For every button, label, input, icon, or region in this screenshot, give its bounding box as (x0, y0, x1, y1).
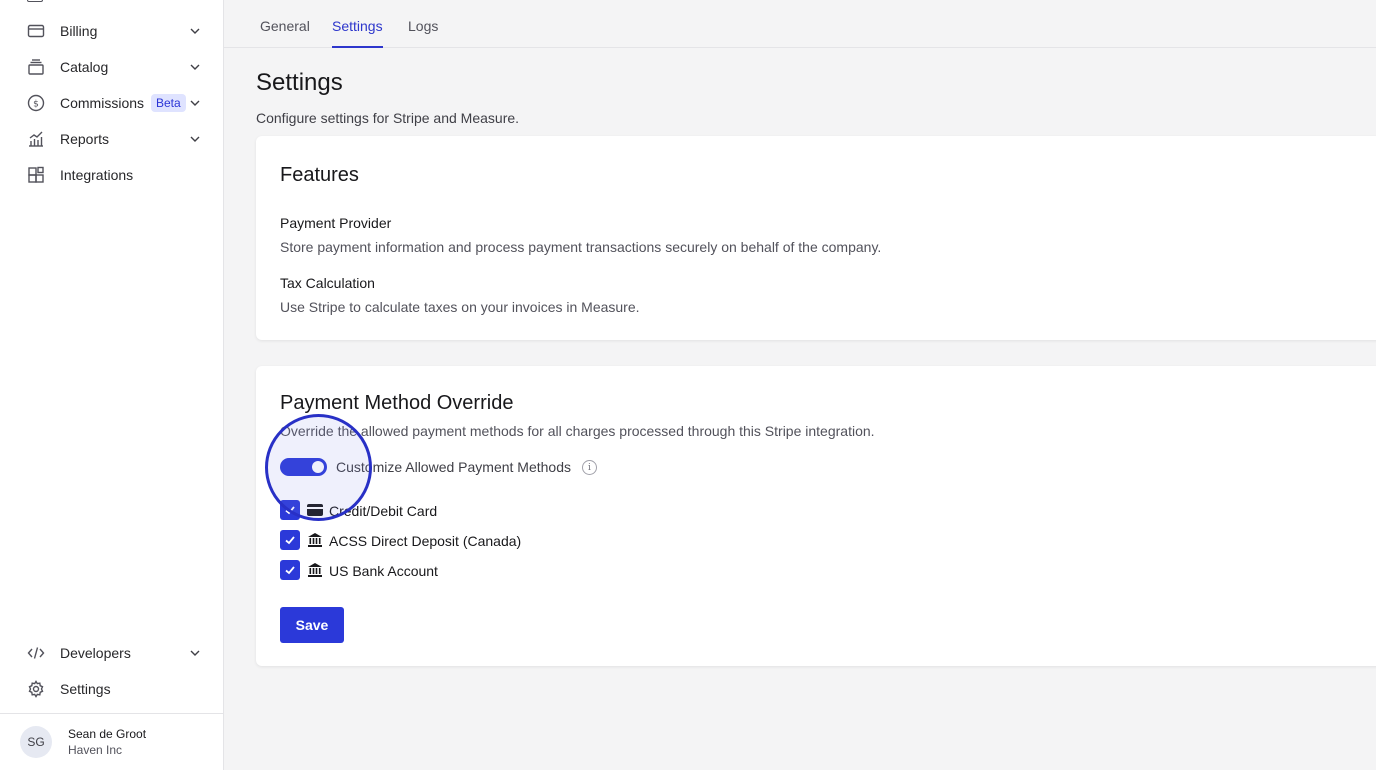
info-icon[interactable]: i (582, 460, 597, 475)
sidebar-item-commissions[interactable]: $ Commissions Beta (0, 85, 223, 121)
dollar-circle-icon: $ (27, 94, 45, 112)
sidebar-item-label: Developers (60, 645, 131, 661)
feature-title-tax-calculation: Tax Calculation (280, 275, 375, 291)
tab-general[interactable]: General (260, 18, 310, 48)
sidebar-item-label: Settings (60, 681, 111, 697)
checkbox-credit-debit-card[interactable] (280, 500, 300, 520)
tab-logs[interactable]: Logs (408, 18, 438, 48)
svg-text:$: $ (33, 100, 39, 110)
sidebar: Billing Catalog $ Commissions Beta Repor… (0, 0, 224, 770)
chart-icon (27, 130, 45, 148)
sidebar-item-partial (27, 0, 43, 2)
avatar[interactable]: SG (20, 726, 52, 758)
integrations-icon (27, 166, 45, 184)
toggle-knob (312, 461, 324, 473)
card-icon (306, 501, 324, 519)
tab-bar: General Settings Logs (224, 0, 1376, 48)
sidebar-item-catalog[interactable]: Catalog (0, 49, 223, 85)
method-label: ACSS Direct Deposit (Canada) (329, 533, 522, 549)
feature-description-payment-provider: Store payment information and process pa… (280, 239, 882, 255)
tab-settings[interactable]: Settings (332, 18, 383, 48)
override-title: Payment Method Override (280, 392, 514, 414)
code-icon (27, 644, 45, 662)
features-card: Features Payment Provider Store payment … (256, 136, 1376, 340)
method-label: Credit/Debit Card (329, 503, 438, 519)
sidebar-item-label: Integrations (60, 167, 134, 183)
catalog-icon (27, 58, 45, 76)
feature-description-tax-calculation: Use Stripe to calculate taxes on your in… (280, 299, 640, 315)
sidebar-item-label: Catalog (60, 59, 109, 75)
bank-icon (306, 561, 324, 579)
override-description: Override the allowed payment methods for… (280, 423, 875, 439)
gear-icon (27, 680, 45, 698)
user-name: Sean de Groot (68, 727, 147, 741)
checkbox-us-bank-account[interactable] (280, 560, 300, 580)
save-button[interactable]: Save (280, 607, 344, 643)
method-label: US Bank Account (329, 563, 438, 579)
sidebar-item-label: Reports (60, 131, 110, 147)
features-title: Features (280, 164, 359, 186)
chevron-down-icon[interactable] (189, 647, 201, 659)
chevron-down-icon[interactable] (189, 25, 201, 37)
chevron-down-icon[interactable] (189, 133, 201, 145)
sidebar-item-settings[interactable]: Settings (0, 671, 223, 707)
chevron-down-icon[interactable] (189, 97, 201, 109)
sidebar-item-billing[interactable]: Billing (0, 13, 223, 49)
chevron-down-icon[interactable] (189, 61, 201, 73)
feature-title-payment-provider: Payment Provider (280, 215, 392, 231)
payment-method-override-card: Payment Method Override Override the all… (256, 366, 1376, 666)
sidebar-item-label: Billing (60, 23, 98, 39)
sidebar-item-integrations[interactable]: Integrations (0, 157, 223, 193)
beta-badge: Beta (151, 94, 186, 112)
toggle-label: Customize Allowed Payment Methods (336, 459, 571, 475)
sidebar-divider (0, 713, 223, 714)
sidebar-item-reports[interactable]: Reports (0, 121, 223, 157)
sidebar-item-label: Commissions (60, 95, 145, 111)
bank-icon (306, 531, 324, 549)
sidebar-item-developers[interactable]: Developers (0, 635, 223, 671)
credit-card-icon (27, 22, 45, 40)
page-title: Settings (256, 69, 343, 96)
page-subtitle: Configure settings for Stripe and Measur… (256, 110, 520, 126)
checkbox-acss-direct-deposit[interactable] (280, 530, 300, 550)
customize-methods-toggle[interactable] (280, 458, 327, 476)
user-org: Haven Inc (68, 743, 123, 757)
